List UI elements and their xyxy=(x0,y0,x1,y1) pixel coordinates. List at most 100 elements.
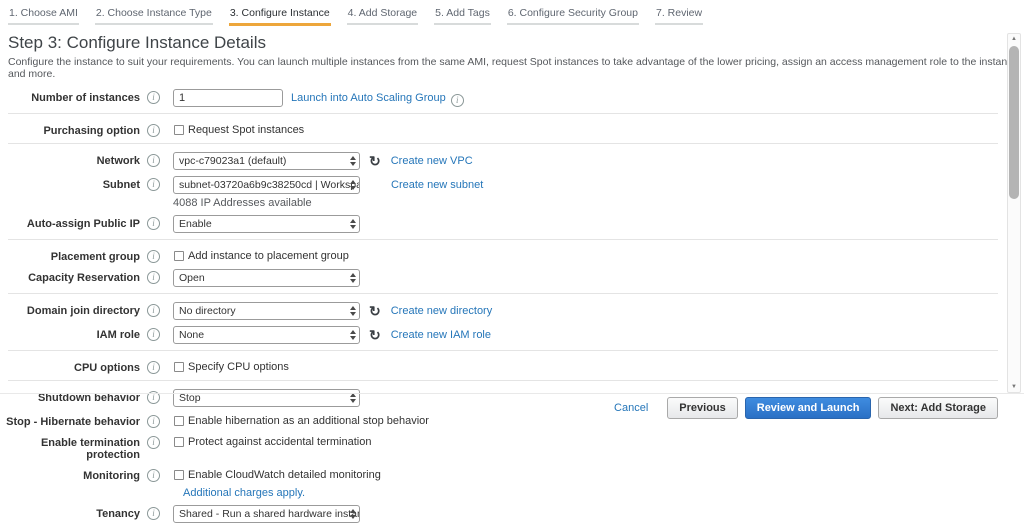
review-and-launch-button[interactable]: Review and Launch xyxy=(745,397,872,419)
up-triangle-icon xyxy=(350,509,356,513)
cancel-link[interactable]: Cancel xyxy=(614,402,648,414)
domain-join-directory-select-value: No directory xyxy=(179,305,236,317)
field-label-auto-assign-public-ip: Auto-assign Public IP xyxy=(0,215,140,230)
domain-join-directory-refresh-icon[interactable]: ↻ xyxy=(369,302,381,320)
number-of-instances-input[interactable] xyxy=(173,89,283,107)
page-subtitle: Configure the instance to suit your requ… xyxy=(8,56,1024,80)
domain-join-directory-info-icon[interactable]: i xyxy=(147,304,160,317)
network-info-icon[interactable]: i xyxy=(147,154,160,167)
tab-2-choose-instance-type[interactable]: 2. Choose Instance Type xyxy=(95,5,213,25)
auto-scaling-info-icon[interactable]: i xyxy=(451,94,464,107)
stop-hibernate-behavior-checkbox[interactable] xyxy=(174,416,184,426)
capacity-reservation-select[interactable]: Open xyxy=(173,269,360,287)
enable-termination-protection-checkbox[interactable] xyxy=(174,437,184,447)
field-label-shutdown-behavior: Shutdown behavior xyxy=(0,389,140,404)
network-refresh-icon[interactable]: ↻ xyxy=(369,152,381,170)
iam-role-control-area: None ↻ Create new IAM role xyxy=(173,326,491,344)
monitoring-info-icon[interactable]: i xyxy=(147,469,160,482)
shutdown-behavior-select[interactable]: Stop xyxy=(173,389,360,407)
scrollbar-down-arrow-icon[interactable]: ▼ xyxy=(1008,384,1020,390)
iam-role-info-icon[interactable]: i xyxy=(147,328,160,341)
select-arrows-icon xyxy=(350,393,356,403)
form-row-network: Network i vpc-c79023a1 (default) ↻ Create ne… xyxy=(0,152,1024,170)
tenancy-select-column: Shared - Run a shared hardware instance xyxy=(173,505,360,523)
subnet-select-column: subnet-03720a6b9c38250cd | Workspaces | … xyxy=(173,176,360,209)
vertical-scrollbar[interactable]: ▲ ▼ xyxy=(1007,33,1021,393)
field-label-monitoring: Monitoring xyxy=(0,467,140,482)
domain-join-directory-select-column: No directory xyxy=(173,302,360,320)
iam-role-select-value: None xyxy=(179,329,204,341)
purchasing-option-checkbox[interactable] xyxy=(174,125,184,135)
auto-assign-public-ip-select[interactable]: Enable xyxy=(173,215,360,233)
tab-5-add-tags[interactable]: 5. Add Tags xyxy=(434,5,491,25)
iam-role-select[interactable]: None xyxy=(173,326,360,344)
subnet-select[interactable]: subnet-03720a6b9c38250cd | Workspaces | … xyxy=(173,176,360,194)
previous-button[interactable]: Previous xyxy=(667,397,737,419)
monitoring-helper-link[interactable]: Additional charges apply. xyxy=(183,484,381,499)
enable-termination-protection-info-icon[interactable]: i xyxy=(147,436,160,449)
domain-join-directory-select[interactable]: No directory xyxy=(173,302,360,320)
network-select[interactable]: vpc-c79023a1 (default) xyxy=(173,152,360,170)
next-add-storage-button[interactable]: Next: Add Storage xyxy=(878,397,998,419)
cpu-options-control-area: Specify CPU options xyxy=(173,359,289,373)
down-triangle-icon xyxy=(350,515,356,519)
network-control-area: vpc-c79023a1 (default) ↻ Create new VPC xyxy=(173,152,473,170)
subnet-create-link[interactable]: Create new subnet xyxy=(391,176,483,191)
shutdown-behavior-select-column: Stop xyxy=(173,389,360,407)
tenancy-info-icon[interactable]: i xyxy=(147,507,160,520)
field-label-subnet: Subnet xyxy=(0,176,140,191)
select-arrows-icon xyxy=(350,273,356,283)
section-divider xyxy=(8,239,998,240)
tab-7-review[interactable]: 7. Review xyxy=(655,5,703,25)
domain-join-directory-create-link[interactable]: Create new directory xyxy=(391,302,493,317)
tenancy-select[interactable]: Shared - Run a shared hardware instance xyxy=(173,505,360,523)
footer-divider xyxy=(0,393,1024,394)
field-label-stop-hibernate-behavior: Stop - Hibernate behavior xyxy=(0,413,140,428)
down-triangle-icon xyxy=(350,399,356,403)
number-of-instances-info-icon[interactable]: i xyxy=(147,91,160,104)
stop-hibernate-behavior-info-icon[interactable]: i xyxy=(147,415,160,428)
field-label-capacity-reservation: Capacity Reservation xyxy=(0,269,140,284)
down-triangle-icon xyxy=(350,186,356,190)
select-arrows-icon xyxy=(350,180,356,190)
tab-6-configure-security-group[interactable]: 6. Configure Security Group xyxy=(507,5,639,25)
form-row-tenancy: TenancyiShared - Run a shared hardware i… xyxy=(0,505,1024,523)
tab-4-add-storage[interactable]: 4. Add Storage xyxy=(347,5,418,25)
iam-role-refresh-icon[interactable]: ↻ xyxy=(369,326,381,344)
number-of-instances-after-link[interactable]: Launch into Auto Scaling Group xyxy=(291,89,446,104)
form-row-purchasing-option: Purchasing optioniRequest Spot instances xyxy=(0,122,1024,137)
scrollbar-up-arrow-icon[interactable]: ▲ xyxy=(1008,36,1020,42)
select-arrows-icon xyxy=(350,330,356,340)
network-create-link[interactable]: Create new VPC xyxy=(391,152,473,167)
tab-3-configure-instance[interactable]: 3. Configure Instance xyxy=(229,5,331,26)
field-label-network: Network xyxy=(0,152,140,167)
section-divider xyxy=(8,113,998,114)
enable-termination-protection-checkbox-wrap: Protect against accidental termination xyxy=(173,434,371,448)
iam-role-create-link[interactable]: Create new IAM role xyxy=(391,326,491,341)
enable-termination-protection-control-area: Protect against accidental termination xyxy=(173,434,371,448)
monitoring-checkbox-wrap: Enable CloudWatch detailed monitoring xyxy=(173,467,381,481)
capacity-reservation-select-value: Open xyxy=(179,272,205,284)
purchasing-option-info-icon[interactable]: i xyxy=(147,124,160,137)
placement-group-checkbox[interactable] xyxy=(174,251,184,261)
capacity-reservation-control-area: Open xyxy=(173,269,360,287)
cpu-options-checkbox[interactable] xyxy=(174,362,184,372)
subnet-info-icon[interactable]: i xyxy=(147,178,160,191)
field-label-cpu-options: CPU options xyxy=(0,359,140,374)
form-row-placement-group: Placement groupiAdd instance to placemen… xyxy=(0,248,1024,263)
cpu-options-checkbox-wrap: Specify CPU options xyxy=(173,359,289,373)
down-triangle-icon xyxy=(350,279,356,283)
stop-hibernate-behavior-checkbox-column: Enable hibernation as an additional stop… xyxy=(173,413,429,427)
shutdown-behavior-control-area: Stop xyxy=(173,389,360,407)
form-row-cpu-options: CPU options i Specify CPU options xyxy=(0,359,1024,374)
monitoring-checkbox[interactable] xyxy=(174,470,184,480)
cpu-options-info-icon[interactable]: i xyxy=(147,361,160,374)
select-arrows-icon xyxy=(350,306,356,316)
select-arrows-icon xyxy=(350,509,356,519)
scrollbar-thumb[interactable] xyxy=(1009,46,1019,199)
auto-assign-public-ip-select-value: Enable xyxy=(179,218,212,230)
capacity-reservation-info-icon[interactable]: i xyxy=(147,271,160,284)
auto-assign-public-ip-info-icon[interactable]: i xyxy=(147,217,160,230)
placement-group-info-icon[interactable]: i xyxy=(147,250,160,263)
tab-1-choose-ami[interactable]: 1. Choose AMI xyxy=(8,5,79,25)
